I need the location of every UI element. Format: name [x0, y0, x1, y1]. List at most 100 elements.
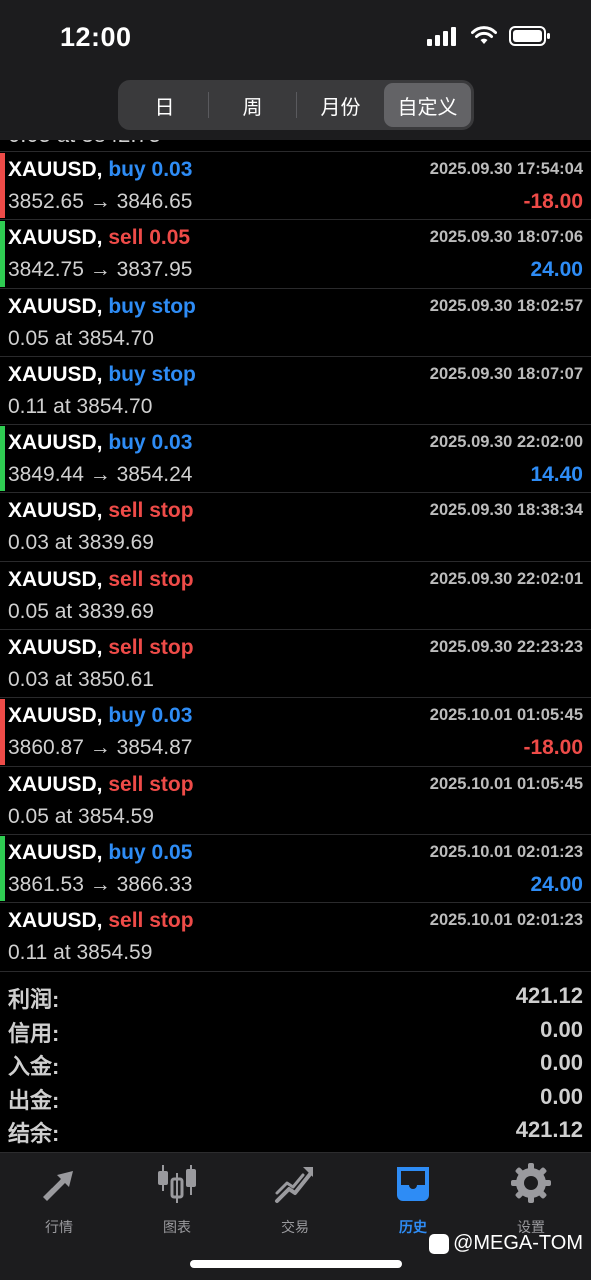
- history-row[interactable]: XAUUSD, buy stop 2025.09.30 18:02:57 0.05 …: [0, 289, 591, 357]
- result-bar: [0, 221, 5, 287]
- order-time: 2025.09.30 22:23:23: [429, 638, 583, 657]
- trade-trend-icon: [275, 1167, 313, 1203]
- symbol: XAUUSD,: [8, 294, 103, 318]
- summary-label: 信用:: [8, 1020, 60, 1046]
- order-detail: 0.03 at 3839.69: [8, 531, 154, 555]
- summary-row: 信用: 0.00: [0, 1014, 591, 1048]
- tab-settings[interactable]: 设置: [472, 1161, 590, 1241]
- summary-value: 0.00: [540, 1050, 583, 1075]
- tab-trade[interactable]: 交易: [236, 1161, 354, 1241]
- row-title: XAUUSD, sell stop: [8, 773, 194, 797]
- order-detail: 0.11 at 3854.59: [8, 941, 153, 965]
- battery-icon: [509, 26, 550, 46]
- order-action: buy 0.03: [108, 158, 193, 181]
- symbol: XAUUSD,: [8, 840, 103, 864]
- cellular-signal-icon: [427, 27, 456, 46]
- order-action: sell 0.05: [108, 226, 191, 250]
- top-header: 12:00 日 周 月份 自定义: [0, 0, 591, 140]
- order-detail: 3842.75 → 3837.95: [8, 258, 193, 282]
- gear-icon: [511, 1163, 551, 1203]
- row-title: XAUUSD, sell stop: [8, 636, 194, 660]
- order-time: 2025.09.30 22:02:00: [429, 433, 583, 452]
- order-action: sell stop: [108, 772, 194, 796]
- history-row[interactable]: XAUUSD, buy 0.03 2025.09.30 17:54:04 3852.…: [0, 152, 591, 221]
- order-time: 2025.10.01 01:05:45: [429, 774, 583, 793]
- tab-label: 行情: [45, 1219, 73, 1235]
- row-title: XAUUSD, sell stop: [8, 909, 194, 933]
- summary-value: 0.00: [540, 1016, 583, 1042]
- tab-history[interactable]: 历史: [354, 1161, 472, 1241]
- summary-row: 入金: 0.00: [0, 1047, 591, 1081]
- order-action: sell stop: [108, 567, 194, 591]
- history-row[interactable]: XAUUSD, sell stop 2025.10.01 02:01:23 0.11…: [0, 903, 591, 972]
- segment-custom[interactable]: 自定义: [384, 83, 471, 127]
- history-row[interactable]: XAUUSD, sell 0.05 2025.09.30 18:07:06 3842…: [0, 220, 591, 289]
- tab-label: 图表: [163, 1219, 191, 1235]
- order-time: 2025.09.30 22:02:01: [429, 569, 583, 588]
- order-time: 2025.09.30 17:54:04: [429, 160, 583, 178]
- result-bar: [0, 563, 5, 628]
- row-title: XAUUSD, buy 0.03: [8, 431, 192, 455]
- order-time: 2025.09.30 18:02:57: [429, 296, 583, 315]
- order-time: 2025.10.01 02:01:23: [429, 911, 583, 930]
- order-time: 2025.09.30 18:07:07: [429, 364, 583, 383]
- order-action: sell stop: [108, 636, 194, 660]
- summary-value: 421.12: [515, 983, 583, 1008]
- result-bar: [0, 835, 5, 902]
- result-bar: [0, 358, 5, 423]
- quotes-arrows-icon: [43, 1171, 73, 1201]
- watermark-text: @MEGA-TOM: [453, 1232, 583, 1254]
- row-title: XAUUSD, sell stop: [8, 568, 194, 592]
- symbol: XAUUSD,: [8, 636, 103, 660]
- order-action: buy stop: [108, 294, 196, 318]
- symbol: XAUUSD,: [8, 567, 103, 591]
- symbol: XAUUSD,: [8, 772, 103, 796]
- row-title: XAUUSD, sell 0.05: [8, 226, 190, 250]
- order-action: buy 0.03: [108, 431, 193, 455]
- segment-day[interactable]: 日: [121, 83, 208, 127]
- history-row[interactable]: XAUUSD, buy 0.03 2025.10.01 01:05:45 3860.…: [0, 698, 591, 767]
- history-row[interactable]: XAUUSD, sell stop 2025.09.30 18:38:34 0.03…: [0, 493, 591, 562]
- segment-month[interactable]: 月份: [297, 83, 384, 127]
- symbol: XAUUSD,: [8, 158, 103, 181]
- row-title: XAUUSD, buy stop: [8, 363, 196, 387]
- summary-label: 出金:: [8, 1087, 60, 1113]
- tab-chart[interactable]: 图表: [118, 1161, 236, 1241]
- history-row[interactable]: XAUUSD, buy 0.03 2025.09.30 22:02:00 3849.…: [0, 425, 591, 494]
- summary-label: 入金:: [8, 1054, 60, 1079]
- history-row[interactable]: XAUUSD, sell stop 2025.10.01 01:05:45 0.05…: [0, 767, 591, 835]
- result-bar: [0, 426, 5, 492]
- profit-loss: 24.00: [530, 258, 583, 282]
- account-summary: 利润: 421.12 信用: 0.00 入金: 0.00 出金: 0.00 结余: 421.12: [0, 980, 591, 1148]
- tab-label: 交易: [281, 1219, 309, 1235]
- row-title: XAUUSD, buy 0.05: [8, 841, 192, 865]
- profit-loss: -18.00: [523, 736, 583, 760]
- result-bar: [0, 699, 5, 765]
- history-row[interactable]: XAUUSD, sell stop 2025.09.30 22:23:23 0.03…: [0, 630, 591, 699]
- partial-row-text: 0.05 at 3842.75: [8, 140, 161, 148]
- history-row[interactable]: XAUUSD, sell stop 2025.09.30 22:02:01 0.05…: [0, 562, 591, 631]
- order-time: 2025.10.01 01:05:45: [429, 706, 583, 725]
- order-action: buy stop: [108, 362, 196, 386]
- order-detail: 0.05 at 3839.69: [8, 599, 154, 623]
- row-title: XAUUSD, buy 0.03: [8, 704, 192, 728]
- tab-quotes[interactable]: 行情: [0, 1161, 118, 1241]
- segment-week[interactable]: 周: [209, 83, 296, 127]
- symbol: XAUUSD,: [8, 226, 103, 250]
- profit-loss: -18.00: [523, 190, 583, 213]
- symbol: XAUUSD,: [8, 704, 103, 728]
- status-time: 12:00: [60, 22, 132, 52]
- history-row[interactable]: XAUUSD, buy stop 2025.09.30 18:07:07 0.11 …: [0, 357, 591, 426]
- order-action: buy 0.05: [108, 840, 193, 864]
- history-list[interactable]: 0.05 at 3842.75 XAUUSD, buy 0.03 2025.09.…: [0, 140, 591, 972]
- result-bar: [0, 768, 5, 833]
- result-bar: [0, 290, 5, 355]
- history-row[interactable]: XAUUSD, buy 0.05 2025.10.01 02:01:23 3861.…: [0, 835, 591, 904]
- status-icons: [427, 26, 551, 46]
- profit-loss: 14.40: [530, 463, 583, 487]
- home-indicator[interactable]: [190, 1260, 402, 1268]
- symbol: XAUUSD,: [8, 431, 103, 455]
- result-bar: [0, 494, 5, 559]
- summary-row: 利润: 421.12: [0, 980, 591, 1014]
- order-action: buy 0.03: [108, 704, 193, 728]
